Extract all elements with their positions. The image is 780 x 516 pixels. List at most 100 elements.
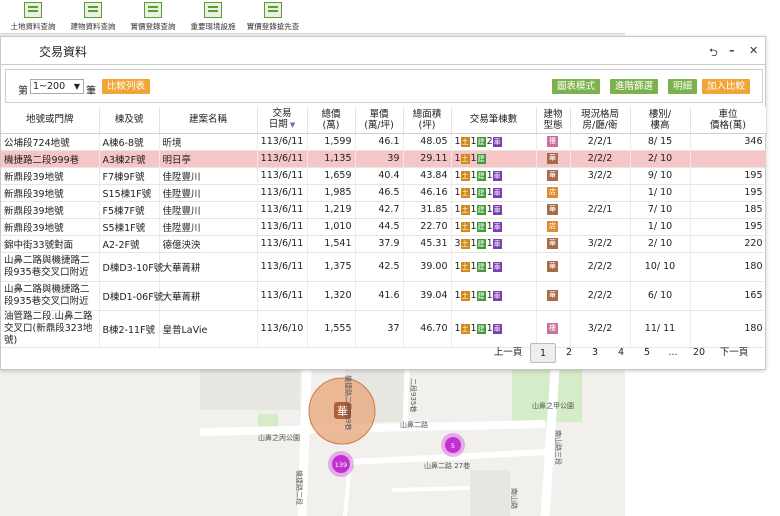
column-header[interactable]: 建物 型態 [536, 107, 571, 134]
advanced-filter-button[interactable]: 進階篩選 [610, 79, 659, 94]
cell-floor: 10/ 10 [630, 252, 691, 282]
building-type-badge: 華 [547, 238, 558, 249]
column-header[interactable]: 地號或門牌 [1, 107, 100, 134]
transaction-dialog: 交易資料 ⮌ – ✕ 第 1~200 ▼ 筆 比較列表 圖表模式 進階篩選 明細… [0, 36, 767, 370]
minimize-icon[interactable]: – [729, 44, 735, 57]
column-header[interactable]: 總面積 (坪) [403, 107, 452, 134]
tool-price-registry[interactable]: 實價登錄查詢 [124, 0, 182, 33]
table-row[interactable]: 新鼎段39地號 S15棟1F號 佳陞豐川 113/6/11 1,985 46.5 46.16… [1, 184, 767, 202]
page-button-3[interactable]: 3 [582, 343, 608, 363]
table-row[interactable]: 山鼻二路與機捷路二段935巷交叉口附近 D棟D3-10F號 大華菁耕 113/6/11… [1, 252, 767, 282]
table-row[interactable]: 新鼎段39地號 F5棟7F號 佳陞豐川 113/6/11 1,219 42.7 31.85 1… [1, 201, 767, 219]
add-compare-button[interactable]: 加入比較 [702, 79, 751, 94]
cell-addr: 新鼎段39地號 [1, 218, 100, 236]
cell-total: 1,555 [307, 310, 356, 348]
cell-date: 113/6/11 [257, 218, 308, 236]
tool-environment-facility[interactable]: 重要環境設施 [184, 0, 242, 33]
cell-layout: 3/2/2 [570, 310, 631, 348]
next-page-button[interactable]: 下一頁 [712, 343, 756, 363]
building-tag-icon: 建 [476, 323, 486, 334]
building-type-badge: 店 [547, 187, 558, 198]
table-row[interactable]: 油管路二段.山鼻二路交叉口(新鼎段323地號) B棟2-11F號 皇普LaVie 11… [1, 310, 767, 348]
close-icon[interactable]: ✕ [749, 44, 758, 57]
page-range-select[interactable]: 1~200 ▼ [30, 79, 84, 94]
restore-icon[interactable]: ⮌ [709, 44, 718, 63]
dialog-title: 交易資料 [39, 45, 88, 59]
page-button-2[interactable]: 2 [556, 343, 582, 363]
cell-counts: 1土 1建 1車 [451, 167, 537, 185]
page-button-20[interactable]: 20 [686, 343, 712, 363]
building-block [470, 470, 510, 516]
cell-type: 華 [536, 235, 571, 253]
building-tag-icon: 建 [476, 136, 486, 147]
column-header[interactable]: 現況格局 房/廳/衛 [570, 107, 631, 134]
detail-button[interactable]: 明細 [668, 79, 698, 94]
cell-layout [570, 184, 631, 202]
road-minor [391, 486, 471, 492]
tool-land-data[interactable]: 土地資料查詢 [4, 0, 62, 33]
tool-building-data[interactable]: 建物資料查詢 [64, 0, 122, 33]
table-header-row: 地號或門牌 棟及號 建案名稱 交易 日期 ▼ 總價 (萬) 單價 (萬/坪) 總面積 (坪) 交易筆棟… [1, 107, 767, 134]
building-data-icon [84, 2, 102, 18]
cell-floor: 1/ 10 [630, 218, 691, 236]
column-header[interactable]: 車位 價格(萬) [690, 107, 767, 134]
chart-mode-button[interactable]: 圖表模式 [552, 79, 601, 94]
cell-date: 113/6/11 [257, 201, 308, 219]
cell-addr: 錦中街33號對面 [1, 235, 100, 253]
cell-counts: 1土 1建 [451, 150, 537, 168]
cell-unit_price: 42.5 [355, 252, 404, 282]
map-label-road: 機捷路二段999巷 [344, 375, 353, 430]
cell-date: 113/6/11 [257, 281, 308, 311]
cell-project: 皇普LaVie [159, 310, 258, 348]
cell-project: 佳陞豐川 [159, 167, 258, 185]
column-header[interactable]: 交易 日期 ▼ [257, 107, 308, 134]
cell-parking: 180 [690, 252, 767, 282]
car-tag-icon: 車 [492, 170, 502, 181]
cell-type: 樓 [536, 310, 571, 348]
tool-label: 土地資料查詢 [10, 22, 56, 31]
column-header[interactable]: 棟及號 [99, 107, 160, 134]
column-header[interactable]: 總價 (萬) [307, 107, 356, 134]
tool-price-preview[interactable]: 實價登錄搶先查 [244, 0, 302, 33]
land-tag-icon: 土 [460, 238, 470, 249]
cell-unit: A2-2F號 [99, 235, 160, 253]
cell-date: 113/6/11 [257, 133, 308, 151]
cell-unit_price: 37 [355, 310, 404, 348]
table-row[interactable]: 新鼎段39地號 F7棟9F號 佳陞豐川 113/6/11 1,659 40.4 43.84 1… [1, 167, 767, 185]
table-row[interactable]: 公埔段724地號 A棟6-8號 昕境 113/6/11 1,599 46.1 48.05 1土… [1, 133, 767, 151]
column-header[interactable]: 單價 (萬/坪) [355, 107, 404, 134]
map-view[interactable]: 華 139 5 山鼻二路 山鼻二路 27巷 山鼻之丙公園 山鼻之甲公園 南山路三… [0, 370, 625, 516]
cell-date: 113/6/10 [257, 310, 308, 348]
building-block [200, 370, 300, 410]
cell-layout: 2/2/1 [570, 201, 631, 219]
page-button-1[interactable]: 1 [530, 343, 556, 363]
cell-unit_price: 46.5 [355, 184, 404, 202]
map-label-road: 南山路 [510, 488, 519, 509]
table-row[interactable]: 錦中街33號對面 A2-2F號 德億泱泱 113/6/11 1,541 37.9 45.31… [1, 235, 767, 253]
page-button-4[interactable]: 4 [608, 343, 634, 363]
page-button-5[interactable]: 5 [634, 343, 660, 363]
cell-addr: 油管路二段.山鼻二路交叉口(新鼎段323地號) [1, 310, 100, 348]
column-header[interactable]: 建案名稱 [159, 107, 258, 134]
sort-desc-icon[interactable]: ▼ [288, 121, 295, 129]
cell-parking: 195 [690, 218, 767, 236]
cell-project: 德億泱泱 [159, 235, 258, 253]
page-unit: 筆 [86, 86, 96, 97]
table-row[interactable]: 機捷路二段999巷 A3棟2F號 明日亭 113/6/11 1,135 39 29.11 1土… [1, 150, 767, 168]
cell-type: 華 [536, 281, 571, 311]
cell-unit: D棟D3-10F號 [99, 252, 163, 282]
column-header[interactable]: 樓別/樓高 [630, 107, 691, 134]
cell-area: 39.00 [403, 252, 452, 282]
compare-list-button[interactable]: 比較列表 [102, 79, 151, 94]
prev-page-button[interactable]: 上一頁 [486, 343, 530, 363]
table-row[interactable]: 新鼎段39地號 S5棟1F號 佳陞豐川 113/6/11 1,010 44.5 22.70 1… [1, 218, 767, 236]
table-row[interactable]: 山鼻二路與機捷路二段935巷交叉口附近 D棟D1-06F號 大華菁耕 113/6/11… [1, 281, 767, 311]
road-lane935 [402, 370, 410, 427]
cell-total: 1,320 [307, 281, 356, 311]
car-tag-icon: 車 [492, 323, 502, 334]
column-header[interactable]: 交易筆棟數 [451, 107, 537, 134]
cell-date: 113/6/11 [257, 150, 308, 168]
cell-area: 31.85 [403, 201, 452, 219]
building-tag-icon: 建 [476, 187, 486, 198]
cell-parking: 180 [690, 310, 767, 348]
